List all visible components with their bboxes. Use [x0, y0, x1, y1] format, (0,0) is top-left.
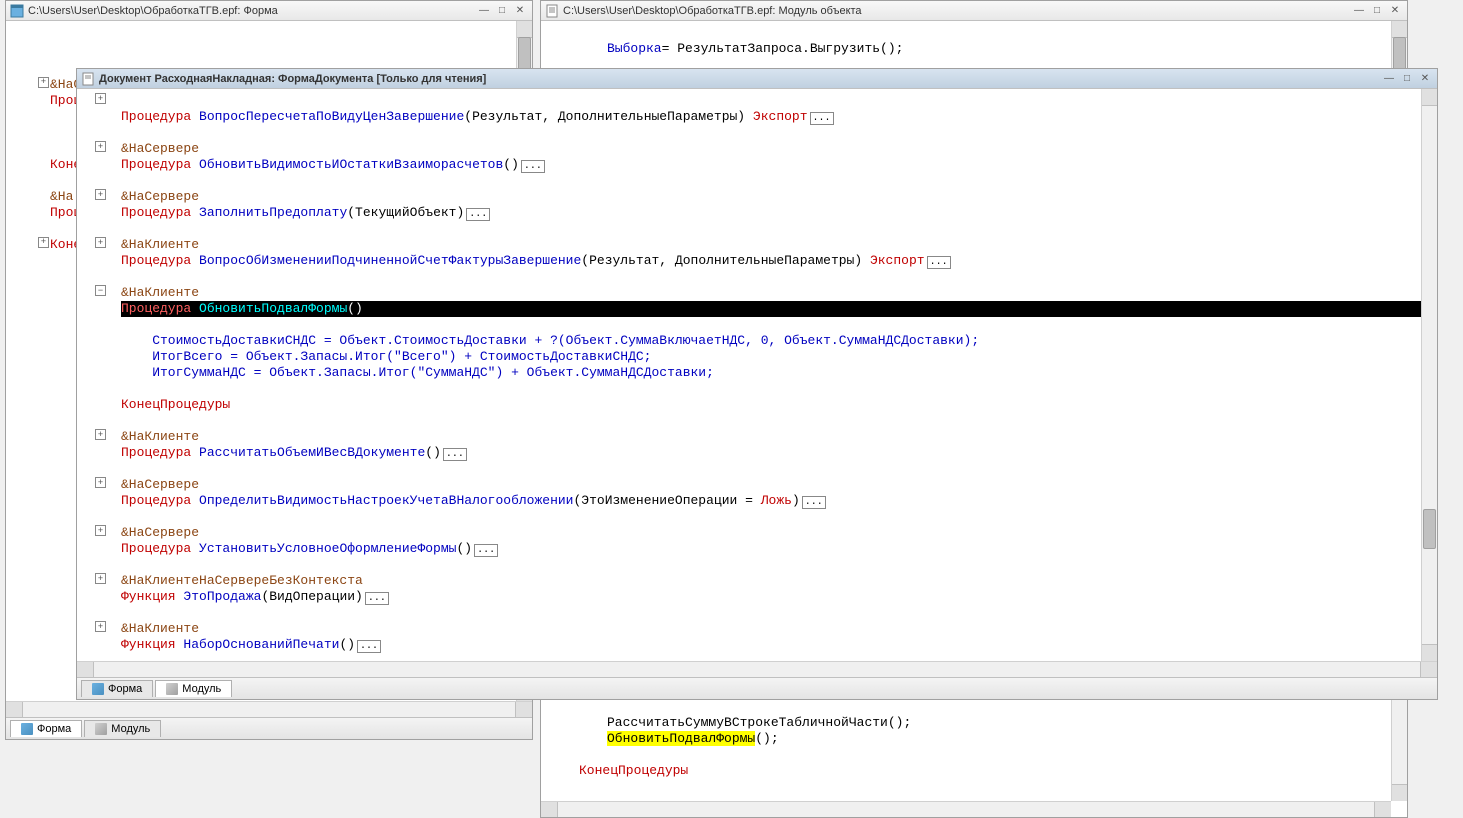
code-line: РассчитатьСуммуВСтрокеТабличнойЧасти();: [607, 715, 911, 730]
code-line: Процедура ВопросПересчетаПоВидуЦенЗаверш…: [121, 109, 834, 124]
tab-form[interactable]: Форма: [10, 720, 82, 737]
tab-module[interactable]: Модуль: [155, 680, 232, 697]
code-line: Процедура ОпределитьВидимостьНастроекУче…: [121, 493, 826, 508]
title-text: C:\Users\User\Desktop\ОбработкаТГВ.epf: …: [563, 5, 1351, 17]
code-line: СтоимостьДоставкиСНДС = Объект.Стоимость…: [121, 333, 979, 348]
code-line: ИтогВсего = Объект.Запасы.Итог("Всего") …: [121, 349, 652, 364]
scrollbar-horizontal[interactable]: [77, 661, 1437, 677]
end-keyword: КонецПроцедуры: [121, 397, 230, 412]
scrollbar-horizontal[interactable]: [6, 701, 532, 717]
ellipsis-icon[interactable]: ...: [927, 256, 951, 269]
window-document: Документ РасходнаяНакладная: ФормаДокуме…: [76, 68, 1438, 700]
code-line: Функция НаборОснованийПечати()...: [121, 637, 381, 652]
ellipsis-icon[interactable]: ...: [443, 448, 467, 461]
bottom-tabs: Форма Модуль: [6, 717, 532, 739]
maximize-button[interactable]: □: [1399, 72, 1415, 86]
fold-button[interactable]: +: [38, 77, 49, 88]
titlebar[interactable]: C:\Users\User\Desktop\ОбработкаТГВ.epf: …: [6, 1, 532, 21]
module-icon: [545, 4, 559, 18]
form-icon: [10, 4, 24, 18]
code-line: Процедура ОбновитьВидимостьИОстаткиВзаим…: [121, 157, 545, 172]
ellipsis-icon[interactable]: ...: [365, 592, 389, 605]
ellipsis-icon[interactable]: ...: [521, 160, 545, 173]
ellipsis-icon[interactable]: ...: [810, 112, 834, 125]
maximize-button[interactable]: □: [1369, 4, 1385, 18]
ellipsis-icon[interactable]: ...: [802, 496, 826, 509]
close-button[interactable]: ✕: [1387, 4, 1403, 18]
title-text: C:\Users\User\Desktop\ОбработкаТГВ.epf: …: [28, 5, 476, 17]
module-icon: [166, 683, 178, 695]
ellipsis-icon[interactable]: ...: [357, 640, 381, 653]
minimize-button[interactable]: —: [1381, 72, 1397, 86]
fold-button[interactable]: +: [95, 189, 106, 200]
bottom-tabs: Форма Модуль: [77, 677, 1437, 699]
highlighted-line: Процедура ОбновитьПодвалФормы(): [121, 301, 1437, 317]
directive: &НаКлиентеНаСервереБезКонтекста: [121, 573, 363, 588]
minimize-button[interactable]: —: [476, 4, 492, 18]
directive: &НаКлиенте: [121, 621, 199, 636]
fold-button[interactable]: +: [95, 429, 106, 440]
tab-module[interactable]: Модуль: [84, 720, 161, 737]
code-area[interactable]: Процедура ВопросПересчетаПоВидуЦенЗаверш…: [77, 89, 1437, 661]
directive: &НаКлиенте: [121, 237, 199, 252]
fold-button[interactable]: +: [38, 237, 49, 248]
fold-button[interactable]: +: [95, 621, 106, 632]
code-line: Процедура ЗаполнитьПредоплату(ТекущийОбъ…: [121, 205, 490, 220]
directive: &НаСервере: [121, 477, 199, 492]
fold-button[interactable]: +: [95, 237, 106, 248]
ellipsis-icon[interactable]: ...: [474, 544, 498, 557]
directive: &НаСервере: [121, 141, 199, 156]
fold-button[interactable]: +: [95, 477, 106, 488]
close-button[interactable]: ✕: [512, 4, 528, 18]
fold-button[interactable]: −: [95, 285, 106, 296]
form-icon: [92, 683, 104, 695]
fold-button[interactable]: +: [95, 141, 106, 152]
code-line: Функция ЭтоПродажа(ВидОперации)...: [121, 589, 389, 604]
directive: &НаКлиенте: [121, 429, 199, 444]
end-keyword: КонецПроцедуры: [579, 763, 688, 778]
fold-button[interactable]: +: [95, 93, 106, 104]
directive: &НаСервере: [121, 525, 199, 540]
directive: &НаСервере: [121, 189, 199, 204]
maximize-button[interactable]: □: [494, 4, 510, 18]
document-icon: [81, 72, 95, 86]
scrollbar-vertical[interactable]: [1421, 89, 1437, 661]
code-line: Процедура УстановитьУсловноеОформлениеФо…: [121, 541, 498, 556]
titlebar[interactable]: Документ РасходнаяНакладная: ФормаДокуме…: [77, 69, 1437, 89]
close-button[interactable]: ✕: [1417, 72, 1433, 86]
directive: &НаКлиенте: [121, 285, 199, 300]
fold-button[interactable]: +: [95, 573, 106, 584]
titlebar[interactable]: C:\Users\User\Desktop\ОбработкаТГВ.epf: …: [541, 1, 1407, 21]
code-line: ОбновитьПодвалФормы();: [607, 731, 779, 746]
module-icon: [95, 723, 107, 735]
scrollbar-horizontal[interactable]: [541, 801, 1391, 817]
fold-button[interactable]: +: [95, 525, 106, 536]
code-line: Процедура РассчитатьОбъемИВесВДокументе(…: [121, 445, 467, 460]
code-line: Процедура ВопросОбИзмененииПодчиненнойСч…: [121, 253, 951, 268]
title-text: Документ РасходнаяНакладная: ФормаДокуме…: [99, 73, 1381, 85]
minimize-button[interactable]: —: [1351, 4, 1367, 18]
form-icon: [21, 723, 33, 735]
directive: &На: [50, 189, 73, 204]
tab-form[interactable]: Форма: [81, 680, 153, 697]
code-line: Выборка= РезультатЗапроса.Выгрузить();: [607, 41, 903, 56]
code-line: ИтогСуммаНДС = Объект.Запасы.Итог("Сумма…: [121, 365, 714, 380]
ellipsis-icon[interactable]: ...: [466, 208, 490, 221]
